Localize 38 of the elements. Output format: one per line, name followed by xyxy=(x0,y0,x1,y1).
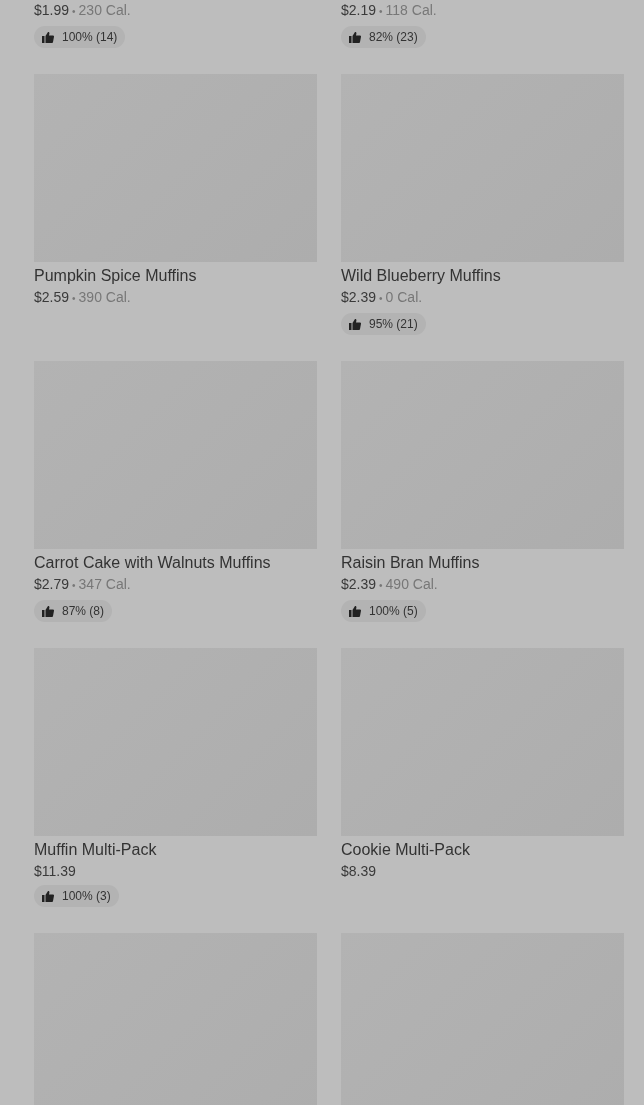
product-name: Cookie Multi-Pack xyxy=(341,840,471,860)
product-name: Muffin Multi-Pack xyxy=(34,840,158,860)
rating-badge: 100% (14) xyxy=(34,26,126,48)
thumbs-up-icon xyxy=(42,605,54,617)
product-price: $2.39 xyxy=(341,289,377,305)
rating-badge: 82% (23) xyxy=(341,26,426,48)
product-price: $2.19 xyxy=(341,2,377,18)
product-price: $8.39 xyxy=(341,863,377,879)
product-name: Raisin Bran Muffins xyxy=(341,553,481,573)
rating-badge: 100% (5) xyxy=(341,600,426,622)
calorie-count: 0 Cal. xyxy=(385,289,423,305)
product-name: Pumpkin Spice Muffins xyxy=(34,266,198,286)
thumbs-up-icon xyxy=(42,31,54,43)
separator-dot: • xyxy=(72,6,76,17)
rating-badge: 95% (21) xyxy=(341,313,426,335)
rating-badge: 100% (3) xyxy=(34,885,119,907)
separator-dot: • xyxy=(379,6,383,17)
thumbs-up-icon xyxy=(349,318,361,330)
product-price: $2.39 xyxy=(341,576,377,592)
product-price: $1.99 xyxy=(34,2,70,18)
calorie-count: 490 Cal. xyxy=(385,576,438,592)
calorie-count: 390 Cal. xyxy=(78,289,131,305)
product-price: $2.59 xyxy=(34,289,70,305)
calorie-count: 118 Cal. xyxy=(385,2,437,18)
rating-badge: 87% (8) xyxy=(34,600,113,622)
product-price: $2.79 xyxy=(34,576,70,592)
product-name: Wild Blueberry Muffins xyxy=(341,266,502,286)
calorie-count: 347 Cal. xyxy=(78,576,131,592)
calorie-count: 230 Cal. xyxy=(78,2,131,18)
separator-dot: • xyxy=(72,580,76,591)
separator-dot: • xyxy=(379,293,383,304)
separator-dot: • xyxy=(379,580,383,591)
product-price: $11.39 xyxy=(34,863,76,879)
thumbs-up-icon xyxy=(349,31,361,43)
thumbs-up-icon xyxy=(349,605,361,617)
product-name: Carrot Cake with Walnuts Muffins xyxy=(34,553,272,573)
separator-dot: • xyxy=(72,293,76,304)
thumbs-up-icon xyxy=(42,890,54,902)
